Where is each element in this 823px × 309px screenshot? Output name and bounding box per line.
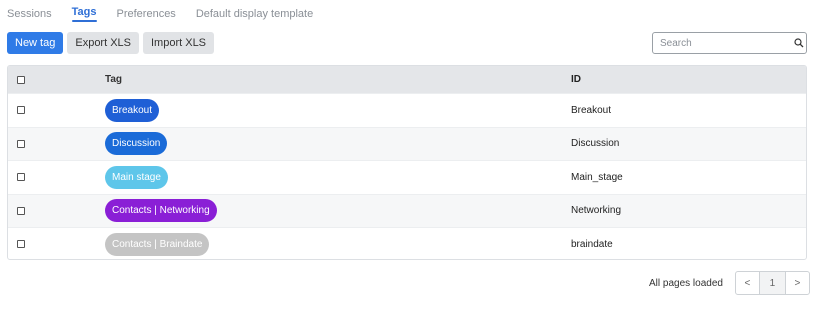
row-checkbox[interactable]: [17, 139, 25, 148]
next-page-button[interactable]: >: [784, 271, 810, 295]
export-xls-button[interactable]: Export XLS: [67, 32, 139, 54]
toolbar: New tag Export XLS Import XLS: [7, 32, 215, 54]
pagination-status: All pages loaded: [649, 277, 723, 289]
magnifier-icon[interactable]: [792, 38, 806, 48]
tag-id: braindate: [571, 238, 613, 250]
import-xls-button[interactable]: Import XLS: [143, 32, 215, 54]
tag-pill[interactable]: Breakout: [105, 98, 160, 122]
row-checkbox[interactable]: [17, 106, 25, 115]
row-checkbox[interactable]: [17, 173, 25, 182]
search-box: [652, 32, 807, 54]
tags-table: Tag ID Breakout Breakout Discussion Disc…: [7, 65, 807, 260]
tag-pill[interactable]: Contacts | Braindate: [105, 232, 210, 256]
new-tag-button[interactable]: New tag: [7, 32, 64, 54]
tab-bar: Sessions Tags Preferences Default displa…: [7, 0, 313, 28]
row-checkbox[interactable]: [17, 206, 25, 215]
current-page[interactable]: 1: [759, 271, 785, 295]
tag-id: Main_stage: [571, 171, 623, 183]
search-input[interactable]: [653, 37, 792, 49]
tab-sessions[interactable]: Sessions: [7, 8, 52, 20]
prev-page-button[interactable]: <: [734, 271, 760, 295]
tag-id: Breakout: [571, 104, 612, 116]
tag-pill[interactable]: Discussion: [105, 132, 168, 156]
column-header-tag[interactable]: Tag: [105, 74, 571, 85]
pagination: All pages loaded < 1 >: [649, 271, 810, 295]
tab-default-display-template[interactable]: Default display template: [196, 8, 313, 20]
table-row[interactable]: Discussion Discussion: [8, 126, 806, 160]
tag-id: Discussion: [571, 138, 620, 150]
table-row[interactable]: Contacts | Braindate braindate: [8, 227, 806, 259]
table-row[interactable]: Main stage Main_stage: [8, 160, 806, 194]
column-header-id[interactable]: ID: [571, 74, 806, 85]
tag-id: Networking: [571, 205, 622, 217]
table-row[interactable]: Contacts | Networking Networking: [8, 193, 806, 227]
tab-tags[interactable]: Tags: [72, 6, 97, 22]
row-checkbox[interactable]: [17, 240, 25, 249]
table-header: Tag ID: [8, 66, 806, 93]
select-all-checkbox[interactable]: [17, 75, 25, 84]
table-row[interactable]: Breakout Breakout: [8, 93, 806, 127]
tag-pill[interactable]: Main stage: [105, 165, 168, 189]
tag-pill[interactable]: Contacts | Networking: [105, 199, 217, 223]
tab-preferences[interactable]: Preferences: [117, 8, 176, 20]
